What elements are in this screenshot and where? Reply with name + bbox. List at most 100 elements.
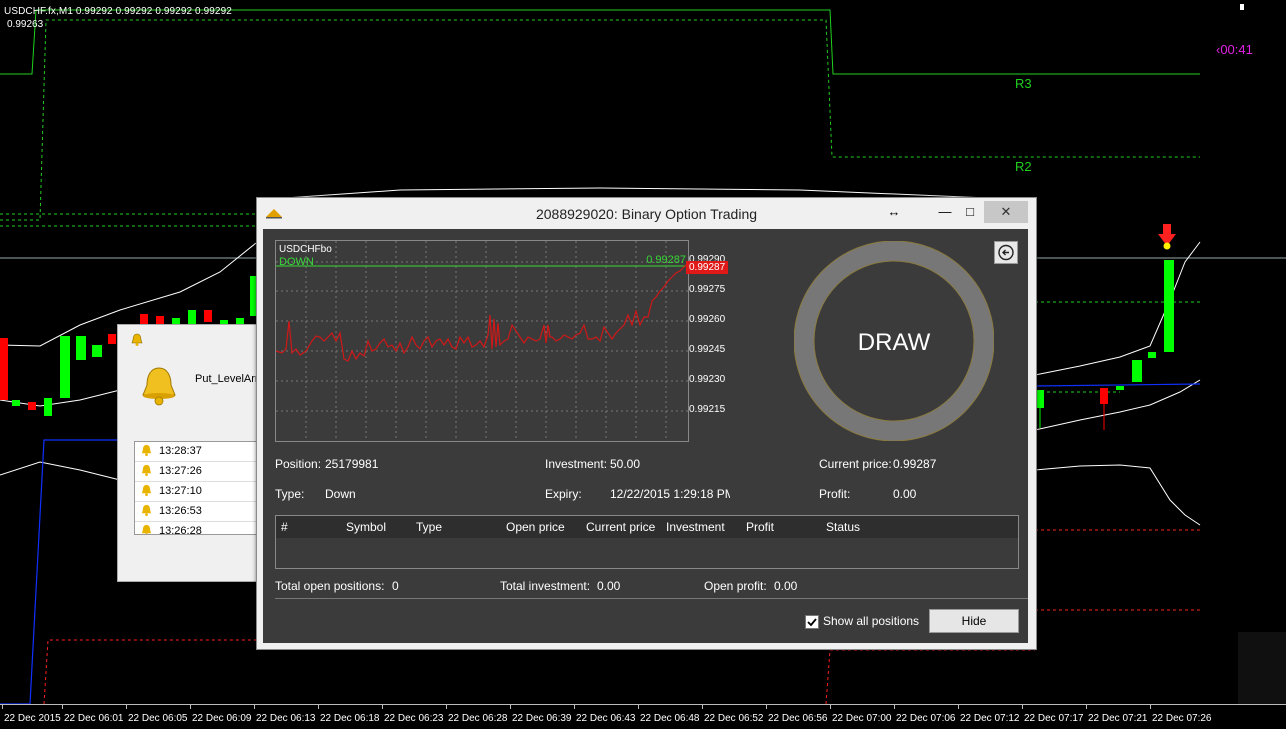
back-arrow-icon — [998, 244, 1014, 261]
type-label: Type: — [275, 487, 305, 501]
current-price-value: 0.99287 — [893, 457, 937, 471]
alert-list[interactable]: 13:28:37 13:27:26 13:27:10 13:26:53 13:2… — [134, 441, 276, 535]
time-axis-tick — [958, 705, 959, 709]
binary-option-dialog[interactable]: 2088929020: Binary Option Trading ↔ — □ … — [256, 197, 1037, 650]
bell-icon — [141, 504, 152, 517]
time-axis-tick — [702, 705, 703, 709]
time-axis-label: 22 Dec 06:13 — [256, 713, 316, 724]
close-button[interactable]: ✕ — [984, 201, 1028, 223]
alert-time: 13:27:26 — [159, 465, 202, 477]
y-tick: 0.99275 — [689, 284, 726, 295]
column-header[interactable]: Status — [826, 520, 860, 534]
table-header: # Symbol Type Open price Current price I… — [276, 516, 1018, 538]
back-button[interactable] — [994, 241, 1018, 264]
alert-entry[interactable]: 13:28:37 — [135, 442, 275, 462]
bell-icon — [141, 484, 152, 497]
total-investment-label: Total investment: — [500, 579, 591, 593]
column-header[interactable]: Type — [416, 520, 442, 534]
expiry-label: Expiry: — [545, 487, 582, 501]
column-header[interactable]: Symbol — [346, 520, 386, 534]
alert-time: 13:28:37 — [159, 445, 202, 457]
time-axis-tick — [766, 705, 767, 709]
time-axis-tick — [1086, 705, 1087, 709]
minimize-button[interactable]: — — [933, 201, 957, 223]
chart-title: USDCHF.fx,M1 0.99292 0.99292 0.99292 0.9… — [4, 6, 232, 17]
show-all-checkbox[interactable] — [805, 615, 819, 629]
time-axis-label: 22 Dec 07:26 — [1152, 713, 1212, 724]
alert-entry[interactable]: 13:26:53 — [135, 502, 275, 522]
y-tick: 0.99215 — [689, 404, 726, 415]
dialog-title: 2088929020: Binary Option Trading — [535, 206, 758, 222]
time-axis-tick — [894, 705, 895, 709]
total-open-label: Total open positions: — [275, 579, 385, 593]
bell-icon — [131, 333, 143, 346]
time-axis-label: 22 Dec 06:52 — [704, 713, 764, 724]
bell-icon — [141, 444, 152, 457]
y-tick: 0.99230 — [689, 374, 726, 385]
total-investment-value: 0.00 — [597, 579, 621, 593]
level-r2-label: R2 — [1015, 159, 1032, 174]
time-axis-label: 22 Dec 06:39 — [512, 713, 572, 724]
checkmark-icon — [807, 618, 817, 627]
price-series — [276, 262, 688, 362]
time-axis: 22 Dec 2015 22 Dec 06:01 22 Dec 06:05 22 De… — [0, 704, 1286, 729]
expiry-value: 12/22/2015 1:29:18 PM — [610, 487, 730, 501]
position-label: Position: — [275, 457, 322, 471]
time-axis-tick — [190, 705, 191, 709]
position-value: 25179981 — [325, 457, 379, 471]
time-axis-label: 22 Dec 06:18 — [320, 713, 380, 724]
time-axis-label: 22 Dec 06:28 — [448, 713, 508, 724]
column-header[interactable]: # — [281, 520, 288, 534]
mini-chart-symbol: USDCHFbo — [279, 244, 332, 255]
total-open-value: 0 — [392, 579, 399, 593]
alert-entry[interactable]: 13:27:10 — [135, 482, 275, 502]
type-value: Down — [325, 487, 356, 501]
time-axis-tick — [382, 705, 383, 709]
time-axis-label: 22 Dec 06:05 — [128, 713, 188, 724]
dialog-body: USDCHFbo DOWN 0.99287 0.99290 0.99275 0.… — [263, 229, 1028, 643]
time-axis-label: 22 Dec 07:21 — [1088, 713, 1148, 724]
time-axis-label: 22 Dec 06:56 — [768, 713, 828, 724]
time-axis-label: 22 Dec 07:06 — [896, 713, 956, 724]
alert-time: 13:26:28 — [159, 525, 202, 535]
time-axis-tick — [446, 705, 447, 709]
current-price-tag: 0.99287 — [686, 261, 729, 274]
profit-label: Profit: — [819, 487, 851, 501]
open-profit-label: Open profit: — [704, 579, 767, 593]
column-header[interactable]: Profit — [746, 520, 774, 534]
level-r3-label: R3 — [1015, 76, 1032, 91]
time-axis-tick — [1022, 705, 1023, 709]
time-axis-label: 22 Dec 06:09 — [192, 713, 252, 724]
time-axis-label: 22 Dec 2015 — [4, 713, 61, 724]
time-axis-tick — [62, 705, 63, 709]
mini-chart-plot — [276, 241, 688, 441]
show-all-label[interactable]: Show all positions — [823, 614, 919, 628]
time-axis-tick — [254, 705, 255, 709]
time-axis-tick — [830, 705, 831, 709]
hide-button[interactable]: Hide — [929, 609, 1019, 633]
scroll-marker — [1240, 4, 1244, 10]
time-axis-label: 22 Dec 06:43 — [576, 713, 636, 724]
positions-table[interactable]: # Symbol Type Open price Current price I… — [275, 515, 1019, 569]
column-header[interactable]: Investment — [666, 520, 725, 534]
alert-title: Put_LevelArr — [195, 373, 259, 385]
current-price-label: Current price: — [819, 457, 892, 471]
divider — [275, 598, 1028, 599]
time-axis-tick — [574, 705, 575, 709]
open-profit-value: 0.00 — [774, 579, 798, 593]
bell-icon — [141, 464, 152, 477]
time-axis-label: 22 Dec 06:01 — [64, 713, 124, 724]
alert-window[interactable]: Put_LevelArr 13:28:37 13:27:26 13:27:10 … — [117, 324, 276, 582]
alert-entry[interactable]: 13:26:28 — [135, 522, 275, 535]
price-readout: 0.99263 — [7, 19, 44, 30]
resize-icon[interactable]: ↔ — [884, 201, 904, 223]
time-axis-label: 22 Dec 06:48 — [640, 713, 700, 724]
y-tick: 0.99245 — [689, 344, 726, 355]
time-axis-label: 22 Dec 07:00 — [832, 713, 892, 724]
maximize-button[interactable]: □ — [958, 201, 982, 223]
column-header[interactable]: Current price — [586, 520, 655, 534]
column-header[interactable]: Open price — [506, 520, 565, 534]
option-mini-chart: USDCHFbo DOWN 0.99287 — [275, 240, 689, 442]
dialog-titlebar[interactable]: 2088929020: Binary Option Trading ↔ — □ … — [257, 198, 1036, 228]
alert-entry[interactable]: 13:27:26 — [135, 462, 275, 482]
